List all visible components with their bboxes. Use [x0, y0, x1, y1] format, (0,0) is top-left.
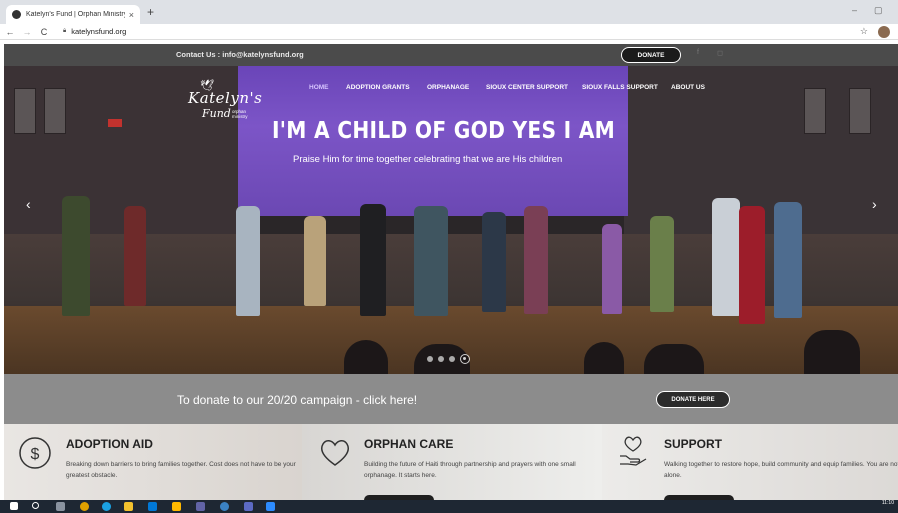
contact-link[interactable]: Contact Us : info@katelynsfund.org [176, 50, 304, 59]
nav-sioux-center-support[interactable]: SIOUX CENTER SUPPORT [486, 84, 568, 91]
browser-tab[interactable]: Katelyn's Fund | Orphan Ministry × [6, 5, 140, 24]
chrome-profile-icon[interactable] [220, 502, 229, 511]
nav-about-us[interactable]: ABOUT US [671, 84, 705, 91]
os-taskbar: 11:10 [0, 500, 898, 513]
feature-title: ADOPTION AID [66, 437, 153, 451]
file-explorer-icon[interactable] [172, 502, 181, 511]
url-text: katelynsfund.org [71, 27, 127, 36]
app-icon[interactable] [244, 502, 253, 511]
slider-dots [427, 354, 470, 364]
feature-support: SUPPORT Walking together to restore hope… [602, 424, 898, 500]
feature-text: Building the future of Haiti through par… [364, 461, 576, 479]
mail-icon[interactable] [148, 502, 157, 511]
chrome-icon[interactable] [80, 502, 89, 511]
nav-sioux-falls-support[interactable]: SIOUX FALLS SUPPORT [582, 84, 658, 91]
hero-slider: 🕊︎ Katelyn's Fund orphan ministry HOME A… [4, 66, 898, 374]
windows-start-icon[interactable] [10, 502, 18, 510]
address-bar: ← → C 🔒︎ katelynsfund.org ☆ [0, 24, 898, 40]
feature-title: ORPHAN CARE [364, 437, 454, 451]
campaign-link[interactable]: To donate to our 20/20 campaign - click … [177, 393, 417, 407]
slider-dot[interactable] [427, 356, 433, 362]
dollar-icon: $ [19, 437, 51, 469]
site-logo[interactable]: 🕊︎ Katelyn's Fund orphan ministry [184, 79, 266, 125]
feature-orphan-care: ORPHAN CARE Building the future of Haiti… [302, 424, 602, 500]
taskbar-clock: 11:10 [881, 500, 894, 506]
feature-text: Breaking down barriers to bring families… [66, 461, 296, 479]
logo-tagline: orphan ministry [232, 109, 248, 119]
store-icon[interactable] [124, 502, 133, 511]
restore-icon[interactable]: ▢ [874, 5, 883, 16]
feature-text: Walking together to restore hope, build … [664, 461, 898, 479]
edge-icon[interactable] [102, 502, 111, 511]
site-favicon-icon [12, 10, 21, 19]
tab-title: Katelyn's Fund | Orphan Ministry [26, 11, 125, 18]
new-tab-button[interactable]: + [147, 5, 154, 19]
browser-tab-bar: Katelyn's Fund | Orphan Ministry × + – ▢ [0, 0, 898, 24]
donate-button[interactable]: DONATE [621, 47, 681, 63]
campaign-banner: To donate to our 20/20 campaign - click … [4, 374, 898, 424]
bookmark-star-icon[interactable]: ☆ [860, 26, 868, 37]
minimize-icon[interactable]: – [852, 5, 857, 15]
teams-icon[interactable] [196, 502, 205, 511]
slider-dot[interactable] [438, 356, 444, 362]
back-icon[interactable]: ← [3, 27, 17, 37]
reload-icon[interactable]: C [37, 27, 51, 37]
task-view-icon[interactable] [56, 502, 65, 511]
nav-orphanage[interactable]: ORPHANAGE [427, 84, 469, 91]
hero-subline: Praise Him for time together celebrating… [293, 154, 563, 165]
slider-dot-active[interactable] [460, 354, 470, 364]
heart-icon [321, 440, 349, 466]
hero-headline: I'M A CHILD OF GOD YES I AM [272, 118, 616, 144]
nav-adoption-grants[interactable]: ADOPTION GRANTS [346, 84, 410, 91]
feature-adoption-aid: $ ADOPTION AID Breaking down barriers to… [4, 424, 302, 500]
slider-next-icon[interactable]: › [872, 196, 877, 212]
feature-title: SUPPORT [664, 437, 723, 451]
logo-script-text: Katelyn's [188, 89, 263, 107]
forward-icon[interactable]: → [20, 27, 34, 37]
lock-icon: 🔒︎ [63, 28, 67, 34]
tab-close-icon[interactable]: × [129, 10, 134, 20]
logo-fund-text: Fund [202, 107, 231, 120]
instagram-icon[interactable]: ◻ [714, 49, 726, 61]
url-field[interactable]: 🔒︎ katelynsfund.org [63, 27, 126, 36]
profile-avatar[interactable] [878, 26, 890, 38]
slider-prev-icon[interactable]: ‹ [26, 196, 31, 212]
slider-dot[interactable] [449, 356, 455, 362]
nav-home[interactable]: HOME [309, 84, 329, 91]
heart-hand-icon [620, 436, 647, 466]
photoshop-icon[interactable] [266, 502, 275, 511]
exit-sign [108, 119, 122, 127]
facebook-icon[interactable]: f [692, 49, 704, 61]
search-icon[interactable] [32, 502, 39, 509]
donate-here-button[interactable]: DONATE HERE [656, 391, 730, 408]
svg-text:$: $ [31, 446, 40, 463]
site-top-bar: Contact Us : info@katelynsfund.org DONAT… [4, 44, 898, 66]
